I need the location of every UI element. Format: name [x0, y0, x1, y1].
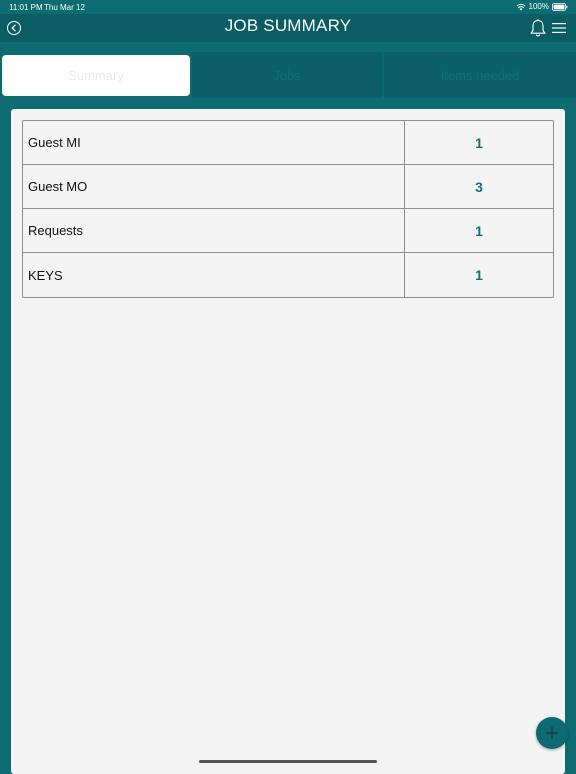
- summary-table: Guest MI 1 Guest MO 3 Requests 1 KEYS 1: [22, 120, 554, 298]
- content-panel: Guest MI 1 Guest MO 3 Requests 1 KEYS 1: [11, 109, 565, 774]
- status-time: 11:01 PM: [9, 3, 43, 12]
- bell-icon[interactable]: [529, 18, 547, 38]
- row-label-guest-mi: Guest MI: [23, 121, 405, 164]
- battery-percent: 100%: [528, 2, 549, 11]
- nav-bar: JOB SUMMARY: [0, 14, 576, 42]
- battery-icon: [552, 2, 568, 11]
- row-value-guest-mo: 3: [475, 178, 483, 195]
- page-title: JOB SUMMARY: [224, 16, 352, 35]
- row-value-guest-mi: 1: [475, 134, 483, 151]
- status-date: Thu Mar 12: [44, 3, 85, 12]
- tab-summary[interactable]: Summary: [2, 55, 190, 96]
- hamburger-menu-icon[interactable]: [552, 22, 566, 34]
- status-indicators: 100%: [515, 2, 568, 11]
- table-row[interactable]: KEYS 1: [23, 253, 553, 297]
- tab-strip: Summary Jobs Items needed: [0, 52, 576, 98]
- row-label-guest-mo: Guest MO: [23, 165, 405, 208]
- wifi-icon: [515, 3, 526, 10]
- table-row[interactable]: Guest MI 1: [23, 121, 553, 165]
- table-row[interactable]: Guest MO 3: [23, 165, 553, 209]
- home-indicator[interactable]: [199, 760, 377, 763]
- plus-icon: [546, 727, 558, 739]
- tab-jobs[interactable]: Jobs: [192, 52, 382, 98]
- add-button[interactable]: [536, 717, 568, 749]
- table-row[interactable]: Requests 1: [23, 209, 553, 253]
- tab-items-needed[interactable]: Items needed: [384, 52, 576, 98]
- row-value-keys: 1: [475, 267, 483, 283]
- row-label-keys: KEYS: [23, 253, 405, 297]
- row-label-requests: Requests: [23, 209, 405, 252]
- status-bar: 11:01 PM Thu Mar 12 100%: [0, 0, 576, 14]
- row-value-requests: 1: [475, 222, 483, 239]
